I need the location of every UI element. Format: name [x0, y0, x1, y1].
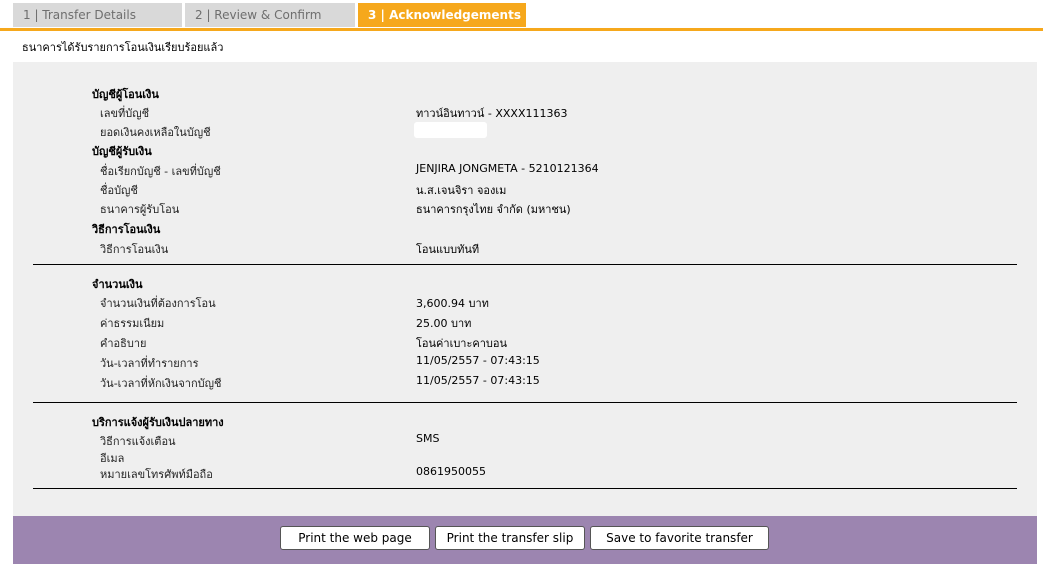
tab-transfer-details[interactable]: 1 | Transfer Details	[13, 3, 182, 27]
transaction-time-label: วัน-เวลาที่ทำรายการ	[100, 357, 199, 370]
balance-label: ยอดเงินคงเหลือในบัญชี	[100, 126, 211, 139]
fee-label: ค่าธรรมเนียม	[100, 317, 165, 330]
amount-label: จำนวนเงินที่ต้องการโอน	[100, 297, 216, 310]
save-favorite-transfer-button[interactable]: Save to favorite transfer	[590, 526, 769, 550]
from-account-number-value: ทาวน์อินทาวน์ - XXXX111363	[416, 107, 568, 120]
tab-review-confirm[interactable]: 2 | Review & Confirm	[185, 3, 355, 27]
to-account-nickname-label: ชื่อเรียกบัญชี - เลขที่บัญชี	[100, 165, 221, 178]
section-divider	[33, 402, 1017, 403]
description-value: โอนค่าเบาะคาบอน	[416, 337, 508, 350]
wizard-tabs: 1 | Transfer Details 2 | Review & Confir…	[0, 0, 1043, 31]
section-divider	[33, 488, 1017, 489]
receiving-bank-value: ธนาคารกรุงไทย จำกัด (มหาชน)	[416, 203, 571, 216]
print-web-page-button[interactable]: Print the web page	[280, 526, 430, 550]
fee-value: 25.00 บาท	[416, 317, 472, 330]
balance-masked-value	[414, 122, 487, 138]
tab-acknowledgements[interactable]: 3 | Acknowledgements	[358, 3, 526, 27]
method-heading: วิธีการโอนเงิน	[92, 223, 161, 236]
to-account-name-value: น.ส.เจนจิรา จองเม	[416, 184, 507, 197]
notify-method-label: วิธีการแจ้งเตือน	[100, 435, 176, 448]
phone-label: หมายเลขโทรศัพท์มือถือ	[100, 468, 213, 481]
method-label: วิธีการโอนเงิน	[100, 243, 169, 256]
description-label: คำอธิบาย	[100, 337, 147, 350]
section-divider	[33, 264, 1017, 265]
debit-time-value: 11/05/2557 - 07:43:15	[416, 374, 540, 387]
amount-heading: จำนวนเงิน	[92, 278, 143, 291]
receiving-bank-label: ธนาคารผู้รับโอน	[100, 203, 180, 216]
status-message: ธนาคารได้รับรายการโอนเงินเรียบร้อยแล้ว	[22, 41, 224, 54]
from-account-number-label: เลขที่บัญชี	[100, 107, 150, 120]
debit-time-label: วัน-เวลาที่หักเงินจากบัญชี	[100, 377, 222, 390]
to-account-name-label: ชื่อบัญชี	[100, 184, 138, 197]
transaction-time-value: 11/05/2557 - 07:43:15	[416, 354, 540, 367]
notify-method-value: SMS	[416, 432, 440, 445]
from-account-heading: บัญชีผู้โอนเงิน	[92, 88, 159, 101]
notify-heading: บริการแจ้งผู้รับเงินปลายทาง	[92, 416, 224, 429]
amount-value: 3,600.94 บาท	[416, 297, 489, 310]
phone-value: 0861950055	[416, 465, 486, 478]
to-account-heading: บัญชีผู้รับเงิน	[92, 145, 152, 158]
print-transfer-slip-button[interactable]: Print the transfer slip	[435, 526, 585, 550]
to-account-nickname-value: JENJIRA JONGMETA - 5210121364	[416, 162, 599, 175]
method-value: โอนแบบทันที	[416, 243, 480, 256]
